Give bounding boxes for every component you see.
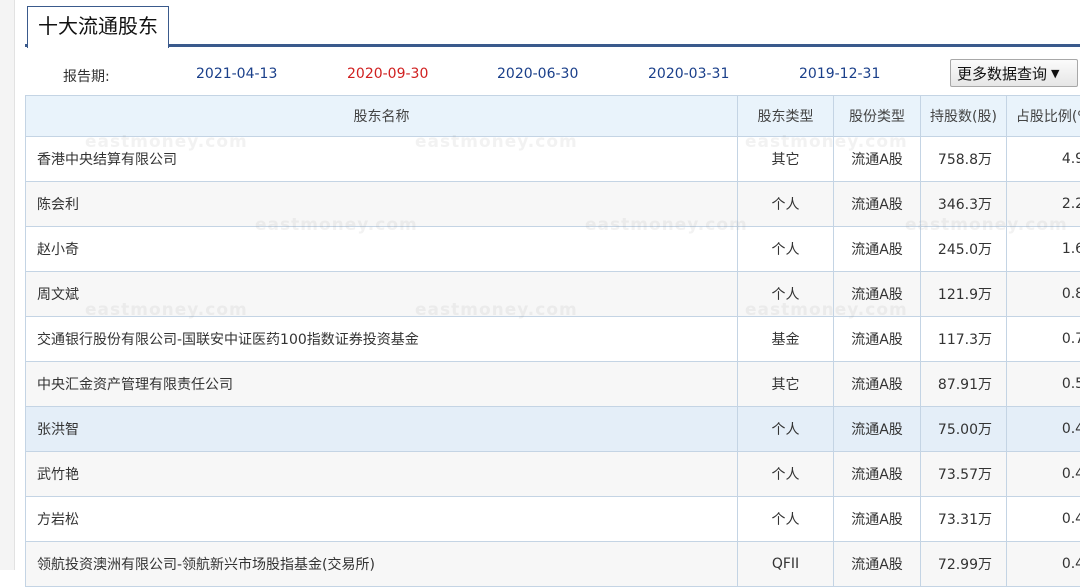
left-edge-bar xyxy=(0,0,15,570)
shares-cell: 758.8万 xyxy=(921,137,1007,182)
header-holder-name[interactable]: 股东名称 xyxy=(26,96,738,137)
share-type-cell: 流通A股 xyxy=(834,137,921,182)
ratio-cell: 0.48 xyxy=(1007,497,1080,542)
report-date-2021-04-13[interactable]: 2021-04-13 xyxy=(196,66,277,82)
holder-name-link[interactable]: 领航投资澳洲有限公司-领航新兴市场股指基金(交易所) xyxy=(26,542,738,587)
shares-cell: 346.3万 xyxy=(921,182,1007,227)
holder-name-link[interactable]: 交通银行股份有限公司-国联安中证医药100指数证券投资基金 xyxy=(26,317,738,362)
holder-type-cell: 个人 xyxy=(738,272,834,317)
holder-name-link[interactable]: 中央汇金资产管理有限责任公司 xyxy=(26,362,738,407)
header-holder-type[interactable]: 股东类型 xyxy=(738,96,834,137)
ratio-cell: 0.58 xyxy=(1007,362,1080,407)
share-type-cell: 流通A股 xyxy=(834,542,921,587)
table-header-row: 股东名称 股东类型 股份类型 持股数(股) 占股比例(%) xyxy=(26,96,1080,137)
report-date-2020-06-30[interactable]: 2020-06-30 xyxy=(497,66,578,82)
shares-cell: 73.57万 xyxy=(921,452,1007,497)
table-row: 陈会利 个人 流通A股 346.3万 2.28 xyxy=(26,182,1080,227)
ratio-cell: 0.80 xyxy=(1007,272,1080,317)
report-period-bar: 报告期: 2021-04-13 2020-09-30 2020-06-30 20… xyxy=(25,56,1080,92)
holder-type-cell: 其它 xyxy=(738,137,834,182)
header-ratio[interactable]: 占股比例(%) xyxy=(1007,96,1080,137)
panel-title-tab[interactable]: 十大流通股东 xyxy=(27,6,169,44)
more-data-label: 更多数据查询 xyxy=(957,65,1047,83)
holder-name-link[interactable]: 张洪智 xyxy=(26,407,738,452)
ratio-cell: 4.99 xyxy=(1007,137,1080,182)
shares-cell: 121.9万 xyxy=(921,272,1007,317)
top-holders-panel: 十大流通股东 报告期: 2021-04-13 2020-09-30 2020-0… xyxy=(25,0,1080,570)
ratio-cell: 0.49 xyxy=(1007,407,1080,452)
holder-type-cell: 个人 xyxy=(738,452,834,497)
ratio-cell: 2.28 xyxy=(1007,182,1080,227)
share-type-cell: 流通A股 xyxy=(834,452,921,497)
table-row: 香港中央结算有限公司 其它 流通A股 758.8万 4.99 xyxy=(26,137,1080,182)
share-type-cell: 流通A股 xyxy=(834,227,921,272)
holder-type-cell: 个人 xyxy=(738,227,834,272)
share-type-cell: 流通A股 xyxy=(834,362,921,407)
holder-type-cell: 个人 xyxy=(738,407,834,452)
table-row-highlighted: 张洪智 个人 流通A股 75.00万 0.49 xyxy=(26,407,1080,452)
holder-name-link[interactable]: 陈会利 xyxy=(26,182,738,227)
shares-cell: 87.91万 xyxy=(921,362,1007,407)
shares-cell: 245.0万 xyxy=(921,227,1007,272)
table-row: 交通银行股份有限公司-国联安中证医药100指数证券投资基金 基金 流通A股 11… xyxy=(26,317,1080,362)
table-row: 领航投资澳洲有限公司-领航新兴市场股指基金(交易所) QFII 流通A股 72.… xyxy=(26,542,1080,587)
report-date-2020-09-30[interactable]: 2020-09-30 xyxy=(347,66,428,82)
table-row: 武竹艳 个人 流通A股 73.57万 0.48 xyxy=(26,452,1080,497)
more-data-dropdown[interactable]: 更多数据查询 ▼ xyxy=(950,59,1078,87)
report-period-label: 报告期: xyxy=(63,66,110,86)
holder-type-cell: 基金 xyxy=(738,317,834,362)
table-row: 赵小奇 个人 流通A股 245.0万 1.61 xyxy=(26,227,1080,272)
share-type-cell: 流通A股 xyxy=(834,497,921,542)
ratio-cell: 0.77 xyxy=(1007,317,1080,362)
table-row: 周文斌 个人 流通A股 121.9万 0.80 xyxy=(26,272,1080,317)
top-holders-table: 股东名称 股东类型 股份类型 持股数(股) 占股比例(%) 香港中央结算有限公司… xyxy=(25,95,1080,587)
ratio-cell: 0.48 xyxy=(1007,542,1080,587)
ratio-cell: 1.61 xyxy=(1007,227,1080,272)
share-type-cell: 流通A股 xyxy=(834,407,921,452)
report-date-2020-03-31[interactable]: 2020-03-31 xyxy=(648,66,729,82)
report-date-2019-12-31[interactable]: 2019-12-31 xyxy=(799,66,880,82)
holder-name-link[interactable]: 周文斌 xyxy=(26,272,738,317)
dropdown-caret-icon: ▼ xyxy=(1051,67,1059,80)
header-share-type[interactable]: 股份类型 xyxy=(834,96,921,137)
holder-type-cell: QFII xyxy=(738,542,834,587)
holder-type-cell: 其它 xyxy=(738,362,834,407)
header-shares[interactable]: 持股数(股) xyxy=(921,96,1007,137)
shares-cell: 117.3万 xyxy=(921,317,1007,362)
holder-name-link[interactable]: 香港中央结算有限公司 xyxy=(26,137,738,182)
share-type-cell: 流通A股 xyxy=(834,317,921,362)
table-row: 方岩松 个人 流通A股 73.31万 0.48 xyxy=(26,497,1080,542)
table-row: 中央汇金资产管理有限责任公司 其它 流通A股 87.91万 0.58 xyxy=(26,362,1080,407)
shares-cell: 73.31万 xyxy=(921,497,1007,542)
ratio-cell: 0.48 xyxy=(1007,452,1080,497)
holder-name-link[interactable]: 赵小奇 xyxy=(26,227,738,272)
holder-name-link[interactable]: 方岩松 xyxy=(26,497,738,542)
shares-cell: 75.00万 xyxy=(921,407,1007,452)
panel-title-bar: 十大流通股东 xyxy=(25,0,1080,47)
share-type-cell: 流通A股 xyxy=(834,272,921,317)
holder-type-cell: 个人 xyxy=(738,182,834,227)
holder-type-cell: 个人 xyxy=(738,497,834,542)
share-type-cell: 流通A股 xyxy=(834,182,921,227)
holder-name-link[interactable]: 武竹艳 xyxy=(26,452,738,497)
shares-cell: 72.99万 xyxy=(921,542,1007,587)
